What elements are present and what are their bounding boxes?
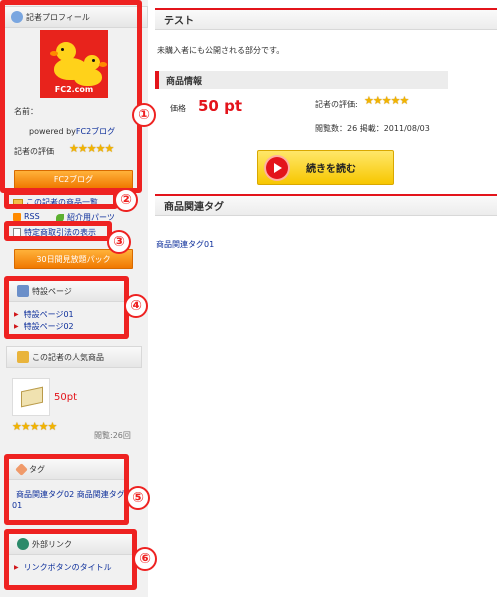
tokutei-link[interactable]: 特定商取引法の表示	[13, 227, 96, 238]
leaf-icon	[56, 213, 64, 222]
fc2-blog-link[interactable]: FC2ブログ	[76, 127, 115, 136]
external-header-label: 外部リンク	[32, 539, 72, 549]
document-icon	[13, 227, 21, 238]
powered-by: powered byFC2ブログ	[29, 126, 115, 137]
pencil-icon	[17, 285, 29, 297]
person-icon	[11, 11, 23, 23]
book-icon	[21, 386, 43, 408]
parts-link-label: 紹介用パーツ	[67, 213, 115, 222]
read-more-button[interactable]: 続きを読む	[257, 150, 394, 185]
marker-4: ④	[124, 294, 148, 318]
triangle-bullet-icon: ▶	[14, 323, 19, 330]
price-label: 価格	[170, 104, 186, 113]
views-date: 閲覧数：26 掲載：2011/08/03	[315, 124, 430, 133]
globe-icon	[17, 538, 29, 550]
external-link[interactable]: ▶ リンクボタンのタイトル	[14, 562, 112, 573]
rss-icon	[13, 212, 21, 221]
marker-6: ⑥	[133, 547, 157, 571]
fc2-blog-button[interactable]: FC2ブログ	[14, 170, 133, 189]
main-tag-link[interactable]: 商品関連タグ01	[156, 239, 214, 250]
tag-icon	[15, 462, 28, 476]
popular-header: この記者の人気商品	[6, 346, 142, 368]
triangle-bullet-icon: ▶	[14, 564, 19, 571]
tokutei-link-label: 特定商取引法の表示	[24, 228, 96, 237]
external-link-label: リンクボタンのタイトル	[23, 563, 112, 572]
book-thumbnail[interactable]	[12, 378, 50, 416]
tag-header-label: タグ	[29, 464, 45, 474]
product-list-link-label: この記者の商品一覧	[26, 198, 98, 207]
price-value: 50 pt	[198, 97, 243, 115]
folder-icon	[13, 198, 23, 207]
rating-stars-icon: ★★★★★	[69, 142, 114, 155]
profile-avatar[interactable]: FC2.com	[40, 30, 108, 98]
name-label: 名前：	[14, 107, 38, 116]
main-title: テスト	[155, 8, 497, 30]
special-header-label: 特設ページ	[32, 286, 72, 296]
special-page-link[interactable]: ▶ 特設ページ02	[14, 321, 74, 332]
play-icon	[266, 156, 288, 179]
popular-views: 閲覧:26回	[94, 431, 131, 440]
rss-link[interactable]: RSS	[13, 212, 40, 221]
external-header: 外部リンク	[6, 533, 133, 555]
marker-3: ③	[107, 230, 131, 254]
special-page-link[interactable]: ▶ 特設ページ01	[14, 309, 74, 320]
marker-5: ⑤	[126, 486, 150, 510]
main-rating-label: 記者の評価:	[315, 100, 358, 109]
popular-stars-icon: ★★★★★	[12, 420, 57, 433]
parts-link[interactable]: 紹介用パーツ	[56, 212, 115, 223]
special-page-label: 特設ページ02	[23, 322, 74, 331]
rss-link-label: RSS	[24, 212, 40, 221]
powered-by-text: powered by	[29, 127, 76, 136]
profile-header: 記者プロフィール	[0, 6, 148, 28]
profile-header-label: 記者プロフィール	[26, 12, 90, 22]
sidebar-tag-links[interactable]: 商品関連タグ02 商品関連タグ	[16, 489, 125, 500]
main-description: 未購入者にも公開される部分です。	[157, 46, 285, 55]
product-list-link[interactable]: この記者の商品一覧	[13, 197, 98, 208]
product-info-header: 商品情報	[155, 71, 448, 89]
sidebar-tag-links-cont[interactable]: 01	[12, 501, 22, 510]
gift-box-icon	[17, 351, 29, 363]
tag-header: タグ	[6, 458, 125, 480]
tags-header: 商品関連タグ	[155, 194, 497, 216]
special-header: 特設ページ	[6, 280, 125, 302]
read-more-label: 続きを読む	[306, 164, 356, 175]
fc2-logo-text: FC2.com	[54, 85, 94, 94]
triangle-bullet-icon: ▶	[14, 311, 19, 318]
special-page-label: 特設ページ01	[23, 310, 74, 319]
rating-label: 記者の評価	[14, 147, 54, 156]
main-rating-stars-icon: ★★★★★	[364, 94, 409, 107]
popular-price[interactable]: 50pt	[54, 392, 77, 403]
popular-header-label: この記者の人気商品	[32, 352, 104, 362]
marker-2: ②	[114, 188, 138, 212]
marker-1: ①	[132, 103, 156, 127]
